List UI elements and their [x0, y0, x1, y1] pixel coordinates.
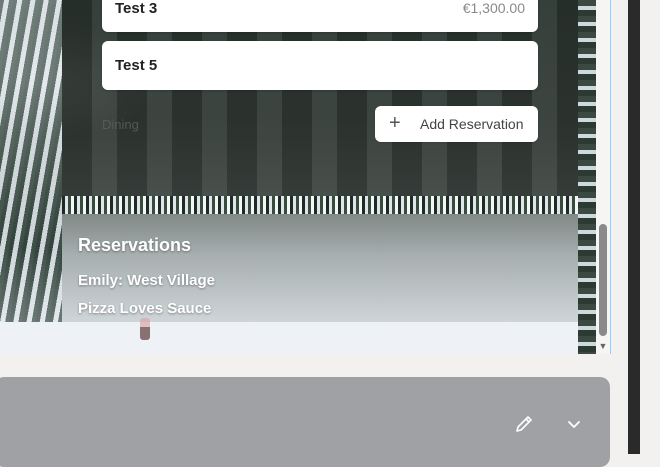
window-edge-scrollbar	[628, 0, 640, 454]
background-skier	[140, 318, 150, 340]
pencil-icon[interactable]	[512, 412, 536, 436]
reservation-card-test-3[interactable]: Test 3 €1,300.00	[102, 0, 538, 32]
reservation-card-price: €1,300.00	[462, 0, 525, 16]
chevron-down-icon[interactable]	[562, 412, 586, 436]
plus-icon: +	[389, 112, 401, 134]
reservation-list-item[interactable]: Pizza Loves Sauce	[78, 300, 211, 317]
reservation-list-item[interactable]: Emily: West Village	[78, 272, 215, 289]
add-reservation-label: Add Reservation	[420, 116, 524, 132]
background-trees-left	[0, 0, 62, 354]
background-snow	[0, 322, 596, 354]
background-trees-right	[578, 0, 596, 354]
reservation-card-name: Test 5	[115, 57, 158, 74]
section-label-dining: Dining	[102, 117, 139, 132]
background-tree-line	[62, 196, 592, 214]
scrollbar[interactable]: ▼	[596, 0, 611, 354]
reservation-card-test-5[interactable]: Test 5	[102, 41, 538, 90]
scroll-down-arrow-icon[interactable]: ▼	[597, 340, 609, 352]
reservation-card-name: Test 3	[115, 0, 158, 17]
reservations-title: Reservations	[78, 235, 192, 255]
scrollbar-thumb[interactable]	[599, 224, 607, 336]
add-reservation-button[interactable]: + Add Reservation	[375, 106, 538, 142]
